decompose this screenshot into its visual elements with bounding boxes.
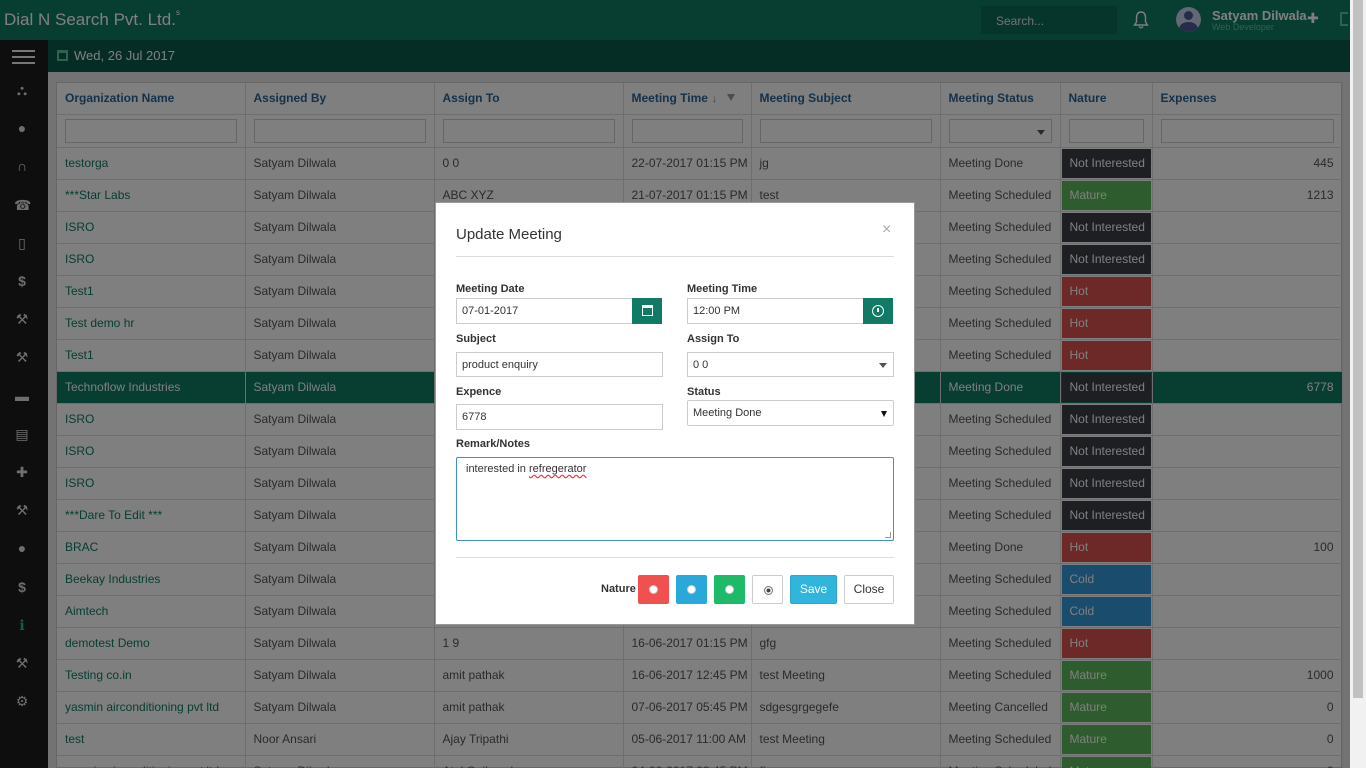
status-label: Status xyxy=(687,386,721,398)
nature-not-interested-radio[interactable] xyxy=(752,575,783,604)
close-button[interactable]: Close xyxy=(844,575,894,604)
assign-to-value: 0 0 xyxy=(693,359,709,371)
nature-hot-radio[interactable] xyxy=(638,575,669,604)
clock-button[interactable] xyxy=(863,298,893,324)
calendar-icon xyxy=(642,305,653,316)
status-select[interactable]: Meeting Done xyxy=(687,400,894,426)
resize-grip-icon[interactable] xyxy=(885,532,891,538)
meeting-date-input[interactable]: 07-01-2017 xyxy=(456,298,633,324)
remark-textarea[interactable]: interested in refregerator xyxy=(456,457,894,541)
chevron-down-icon xyxy=(879,363,887,368)
remark-label: Remark/Notes xyxy=(456,438,530,450)
status-value: Meeting Done xyxy=(693,407,762,419)
nature-label: Nature xyxy=(601,583,636,595)
expence-label: Expence xyxy=(456,386,502,398)
nature-cold-radio[interactable] xyxy=(676,575,707,604)
meeting-time-label: Meeting Time xyxy=(687,283,758,295)
meeting-time-input[interactable]: 12:00 PM xyxy=(687,298,864,324)
meeting-date-label: Meeting Date xyxy=(456,283,525,295)
divider xyxy=(456,557,894,558)
scrollbar-thumb[interactable] xyxy=(1353,0,1363,698)
dialog-title: Update Meeting xyxy=(456,226,562,243)
nature-mature-radio[interactable] xyxy=(714,575,745,604)
expence-input[interactable]: 6778 xyxy=(456,404,663,430)
calendar-button[interactable] xyxy=(632,298,662,324)
subject-label: Subject xyxy=(456,333,496,345)
page-scrollbar[interactable] xyxy=(1350,0,1366,768)
assign-to-label: Assign To xyxy=(687,333,740,345)
close-icon[interactable]: × xyxy=(882,221,891,239)
remark-text: interested in xyxy=(466,463,529,475)
caret-down-icon xyxy=(881,411,887,417)
update-meeting-dialog: Update Meeting × Meeting Date 07-01-2017… xyxy=(435,202,915,625)
subject-input[interactable]: product enquiry xyxy=(456,352,663,377)
clock-icon xyxy=(872,305,884,317)
divider xyxy=(456,256,894,257)
remark-misspelled-word: refregerator xyxy=(528,463,587,475)
assign-to-select[interactable]: 0 0 xyxy=(687,352,894,377)
save-button[interactable]: Save xyxy=(790,575,837,604)
